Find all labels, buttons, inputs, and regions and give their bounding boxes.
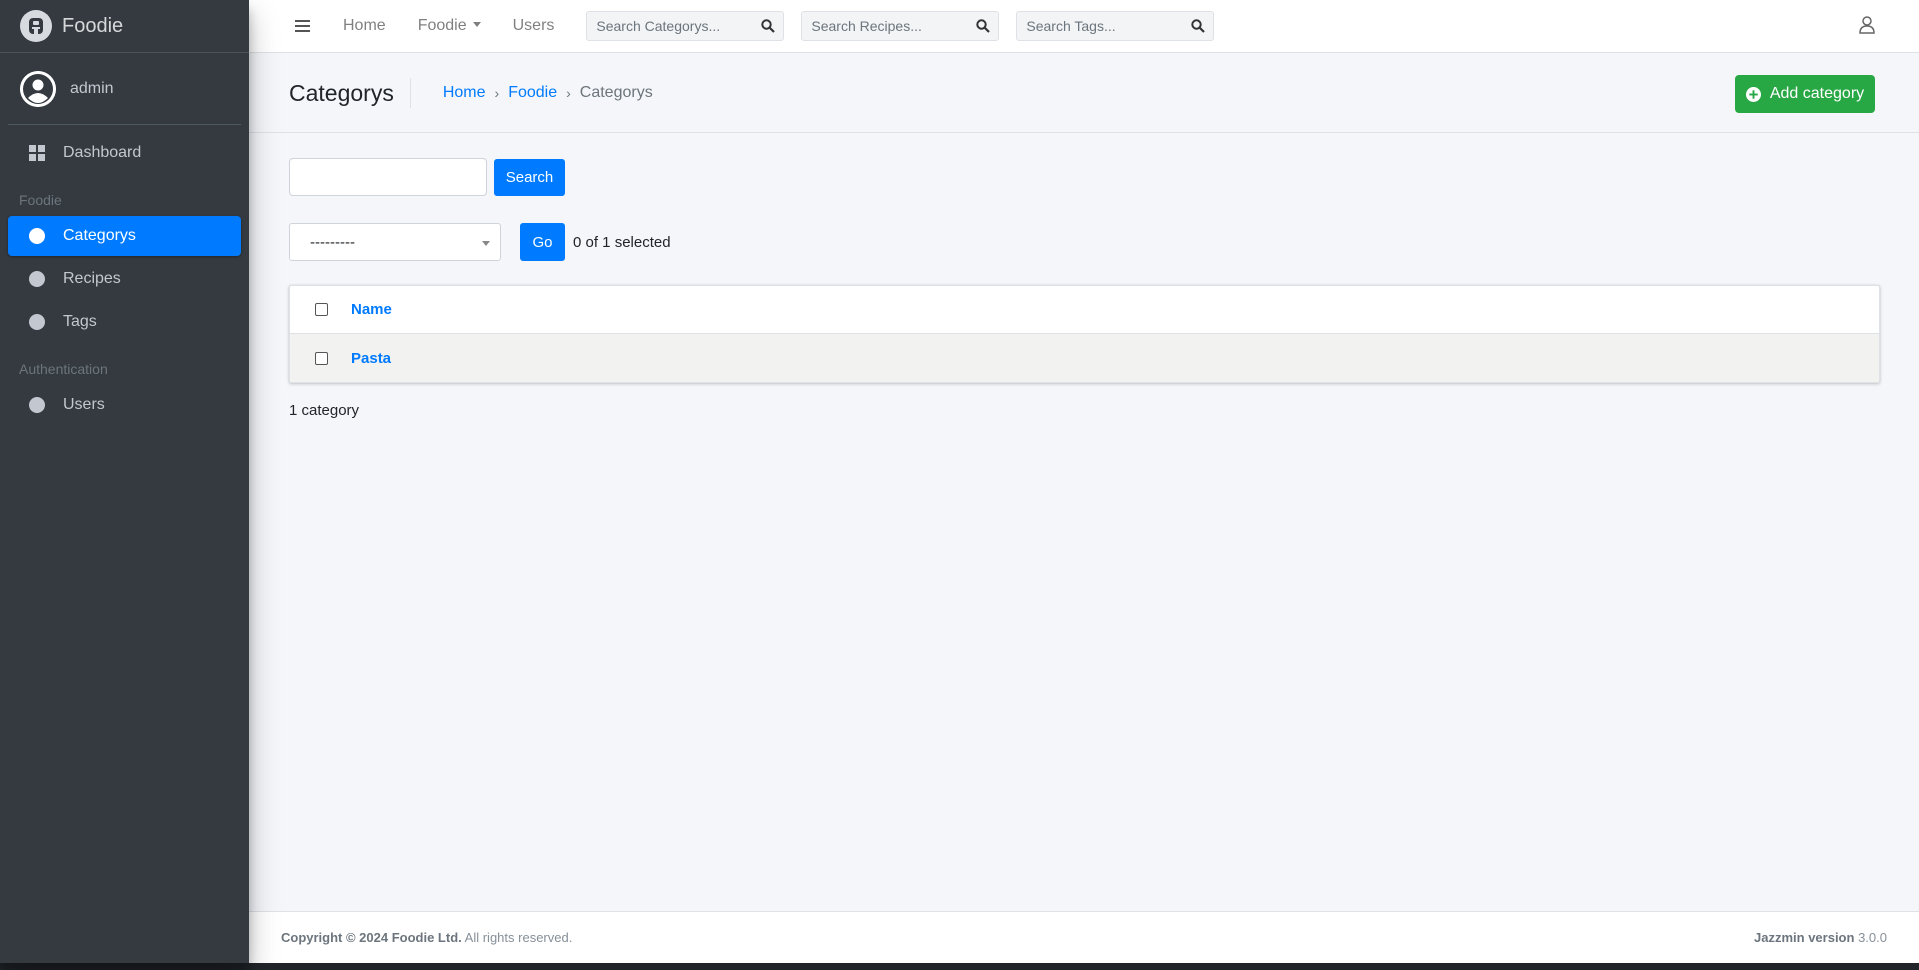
nav-dropdown-label: Foodie — [417, 17, 467, 34]
circle-icon — [28, 397, 45, 413]
sidebar-section-header: Authentication — [19, 361, 108, 377]
sidebar-item-label: Tags — [63, 313, 97, 330]
sidebar-item-categorys[interactable]: Categorys — [8, 216, 241, 256]
breadcrumb-current: Categorys — [579, 83, 653, 101]
search-categorys-input[interactable] — [587, 18, 754, 34]
dashboard-icon — [28, 145, 45, 161]
breadcrumb: Home › Foodie › Categorys — [443, 84, 653, 102]
search-button[interactable]: Search — [494, 158, 565, 196]
action-select-value: --------- — [310, 233, 355, 251]
actions-bar: --------- Go 0 of 1 selected — [289, 223, 1880, 261]
changelist-search: Search — [289, 158, 1880, 196]
selected-count: 0 of 1 selected — [573, 233, 671, 251]
go-button[interactable]: Go — [520, 223, 565, 261]
search-tags-input[interactable] — [1017, 18, 1184, 34]
nav-dropdown-foodie[interactable]: Foodie — [402, 17, 497, 35]
breadcrumb-home[interactable]: Home — [443, 84, 486, 102]
copyright-strong: Copyright © 2024 Foodie Ltd. — [281, 930, 462, 945]
sidebar-item-recipes[interactable]: Recipes — [8, 259, 241, 299]
sidebar-section-header: Foodie — [19, 192, 62, 208]
breadcrumb-separator: › — [566, 84, 571, 101]
version-number: 3.0.0 — [1858, 930, 1887, 945]
version-label: Jazzmin version — [1754, 930, 1855, 945]
sidebar-item-label: Recipes — [63, 270, 121, 287]
jazzmin-logo-icon — [20, 10, 52, 42]
sidebar-nav: Dashboard Foodie Categorys Recipes Tags … — [0, 125, 249, 425]
add-button-label: Add category — [1769, 85, 1865, 102]
sidebar-item-label: Users — [63, 396, 105, 413]
sidebar: Foodie admin Dashboard Foodie Categorys … — [0, 0, 249, 963]
user-avatar-icon — [20, 70, 56, 107]
search-tags-form — [1016, 11, 1215, 41]
footer: Copyright © 2024 Foodie Ltd. All rights … — [249, 911, 1919, 963]
sidebar-item-label: Categorys — [63, 227, 136, 244]
user-menu-icon[interactable] — [1859, 16, 1875, 39]
copyright-rest: All rights reserved. — [464, 930, 573, 945]
search-icon[interactable] — [968, 12, 998, 40]
page-title: Categorys — [289, 77, 411, 108]
circle-icon — [28, 314, 45, 330]
search-recipes-form — [801, 11, 1000, 41]
results-table: Name Pasta — [289, 285, 1880, 383]
main-content: Search --------- Go 0 of 1 selected Name… — [289, 158, 1880, 419]
nav-link-home[interactable]: Home — [327, 17, 402, 35]
nav-link-users[interactable]: Users — [497, 17, 571, 35]
sidebar-item-tags[interactable]: Tags — [8, 302, 241, 342]
search-recipes-input[interactable] — [802, 18, 969, 34]
version-info: Jazzmin version 3.0.0 — [1754, 930, 1887, 945]
search-icon[interactable] — [753, 12, 783, 40]
brand-link[interactable]: Foodie — [0, 0, 249, 53]
select-all-checkbox[interactable] — [315, 303, 328, 316]
user-name[interactable]: admin — [70, 80, 114, 98]
add-category-button[interactable]: Add category — [1735, 75, 1875, 113]
circle-icon — [28, 228, 45, 244]
content-header: Categorys Home › Foodie › Categorys Add … — [249, 53, 1919, 133]
user-panel[interactable]: admin — [8, 53, 241, 125]
column-header-name[interactable]: Name — [351, 301, 392, 318]
brand-name: Foodie — [62, 14, 124, 37]
breadcrumb-foodie[interactable]: Foodie — [508, 84, 557, 102]
caret-down-icon — [472, 21, 481, 27]
copyright: Copyright © 2024 Foodie Ltd. All rights … — [281, 930, 572, 945]
window-bottom-bar — [0, 963, 1919, 970]
table-header-row: Name — [290, 286, 1879, 334]
plus-circle-icon — [1745, 86, 1761, 102]
sidebar-item-dashboard[interactable]: Dashboard — [8, 133, 241, 173]
result-count: 1 category — [289, 402, 360, 419]
search-icon[interactable] — [1183, 12, 1213, 40]
top-navbar: Home Foodie Users — [249, 0, 1919, 53]
table-row: Pasta — [290, 334, 1879, 382]
breadcrumb-separator: › — [494, 84, 500, 101]
circle-icon — [28, 271, 45, 287]
row-checkbox[interactable] — [315, 351, 328, 365]
category-link[interactable]: Pasta — [351, 350, 391, 367]
chevron-down-icon — [482, 241, 490, 246]
sidebar-item-label: Dashboard — [63, 144, 142, 161]
changelist-search-input[interactable] — [289, 158, 487, 196]
action-select[interactable]: --------- — [289, 223, 501, 261]
hamburger-menu-icon[interactable] — [249, 19, 327, 33]
search-categorys-form — [586, 11, 785, 41]
sidebar-item-users[interactable]: Users — [8, 385, 241, 425]
